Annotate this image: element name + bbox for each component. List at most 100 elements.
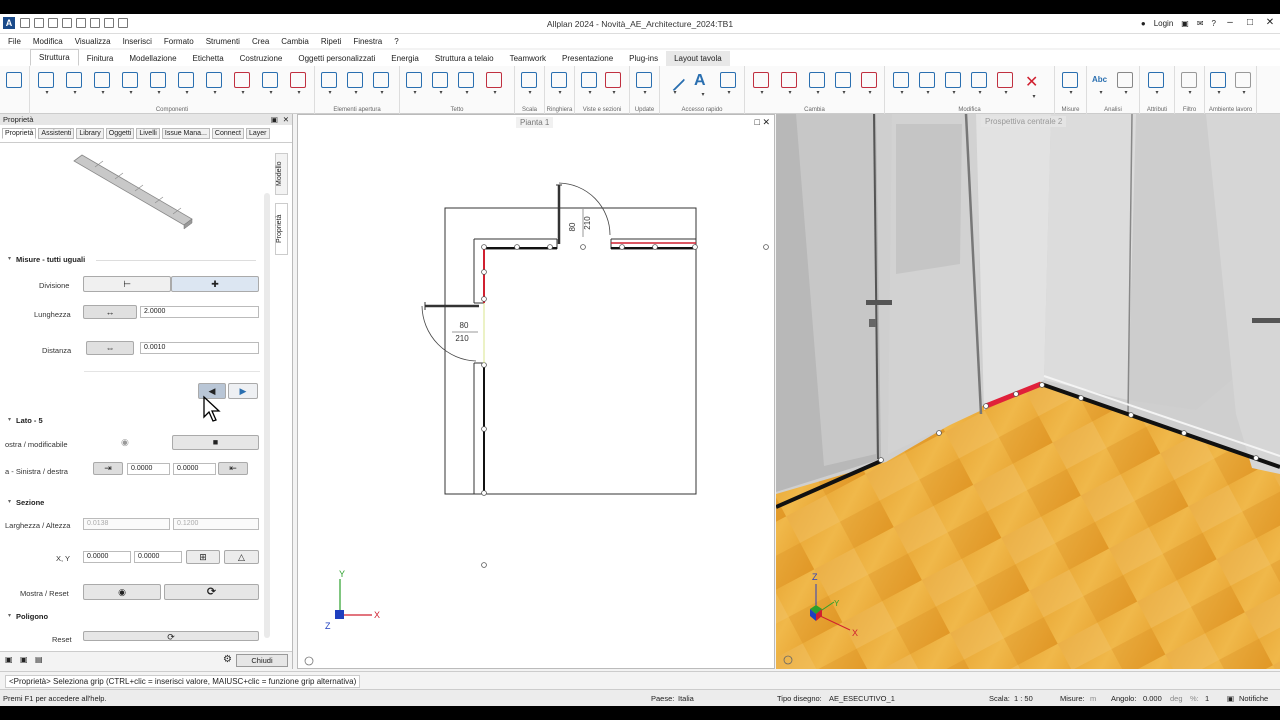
panel-tab-proprieta[interactable]: Proprietà [2,128,37,139]
save-favorite-icon[interactable]: ▣ [20,655,28,664]
menu-finestra[interactable]: Finestra [353,37,382,46]
menu-ripeti[interactable]: Ripeti [321,37,341,46]
minimize-button[interactable]: – [1224,18,1236,28]
pipette-tool[interactable]: ▾ [781,72,799,96]
close-panel-button[interactable]: Chiudi [236,654,288,667]
maximize-button[interactable]: □ [1244,18,1256,28]
move-tool[interactable]: ▾ [919,72,937,96]
perspective-3d-view[interactable]: Z Y X Prospettiva centrale 2 [776,114,1280,669]
left-offset-icon-button[interactable]: ⇥ [93,462,123,475]
grid-tool[interactable]: ▾ [206,72,224,96]
tab-struttura[interactable]: Struttura [30,49,79,66]
tipo-disegno-value[interactable]: AE_ESECUTIVO_1 [829,694,895,703]
reset-section-button[interactable]: ⟳ [164,584,259,600]
divisione-custom-button[interactable]: ✚ [171,276,259,292]
menu-formato[interactable]: Formato [164,37,194,46]
tab-plug-ins[interactable]: Plug-ins [621,51,666,66]
section-sezione-title[interactable]: ▾ Sezione [8,498,44,507]
copy-tool[interactable]: ▾ [893,72,911,96]
measure-tool[interactable]: ▾ [1062,72,1080,96]
tab-struttura-telaio[interactable]: Struttura a telaio [427,51,502,66]
beam-tool[interactable]: ▾ [150,72,168,96]
tab-costruzione[interactable]: Costruzione [232,51,291,66]
user-icon[interactable]: ● [1141,19,1146,28]
distanza-input[interactable]: 0.0010 [140,342,259,354]
close-window-button[interactable]: ✕ [1264,18,1276,28]
larghezza-input[interactable]: 0.0138 [83,518,170,530]
destra-input[interactable]: 0.0000 [173,463,216,475]
line-component-tool[interactable]: ▾ [262,72,280,96]
panel-scrollbar[interactable] [264,193,270,638]
help-icon[interactable]: ? [1212,19,1216,28]
cart-icon[interactable]: ▣ [1181,19,1189,28]
opening-tool[interactable]: ▾ [373,72,391,96]
eraser-tool[interactable]: ▾ [753,72,771,96]
mirror-tool[interactable]: ▾ [971,72,989,96]
altezza-input[interactable]: 0.1200 [173,518,259,530]
panel-tab-livelli[interactable]: Livelli [136,128,160,139]
section-tool[interactable]: ▾ [605,72,623,96]
railing-tool[interactable]: ▾ [551,72,569,96]
panel-close-icon[interactable]: ✕ [283,114,289,125]
panel-tab-oggetti[interactable]: Oggetti [105,128,135,139]
login-link[interactable]: Login [1154,19,1174,28]
workspace-settings-tool[interactable]: ▾ [1235,72,1253,96]
show-section-button[interactable]: ◉ [83,584,161,600]
panel-tab-issue-manager[interactable]: Issue Mana... [161,128,210,139]
match-tool[interactable]: ▾ [861,72,879,96]
panel-tab-connect[interactable]: Connect [211,128,244,139]
delete-tool[interactable]: ✕ ▾ [1025,72,1043,100]
menu-crea[interactable]: Crea [252,37,269,46]
spell-check-tool[interactable]: Abc ▾ [1092,72,1110,96]
delete-opening-tool[interactable]: ▾ [290,72,308,96]
tab-energia[interactable]: Energia [383,51,427,66]
divisione-equal-button[interactable]: ⊢ [83,276,171,292]
foundation-tool[interactable]: ▾ [122,72,140,96]
notifications-icon[interactable]: ▣ [1227,694,1234,703]
right-offset-icon-button[interactable]: ⇤ [218,462,248,475]
report-tool[interactable]: ▾ [1117,72,1135,96]
list-icon[interactable]: ▤ [35,655,43,664]
roof-plane-tool[interactable]: ▾ [432,72,450,96]
view-tool[interactable]: ▾ [581,72,599,96]
stair-tool[interactable]: ▾ [521,72,539,96]
next-side-button[interactable]: ▶ [228,383,258,399]
menu-inserisci[interactable]: Inserisci [123,37,152,46]
misure-value[interactable]: m [1090,694,1096,703]
section-misure-title[interactable]: ▾ Misure - tutti uguali [8,255,85,264]
angolo-value[interactable]: 0.000 [1143,694,1162,703]
panel-tab-layer[interactable]: Layer [245,128,270,139]
scala-value[interactable]: 1 : 50 [1014,694,1033,703]
workspace-tool[interactable]: ▾ [1210,72,1228,96]
align-xy-button[interactable]: ⊞ [186,550,220,564]
door-tool[interactable]: ▾ [321,72,339,96]
lintel-tool[interactable]: ▾ [178,72,196,96]
rotate-tool[interactable]: ▾ [945,72,963,96]
sinistra-input[interactable]: 0.0000 [127,463,170,475]
menu-file[interactable]: File [8,37,21,46]
eye-icon[interactable]: ◉ [121,437,129,448]
section-poligono-title[interactable]: ▾ Poligono [8,612,48,621]
menu-help[interactable]: ? [394,37,398,46]
wall-tool[interactable]: ▾ [38,72,56,96]
y-input[interactable]: 0.0000 [134,551,182,563]
lock-toggle-button[interactable]: ■ [172,435,259,450]
tab-finitura[interactable]: Finitura [79,51,122,66]
pin-icon[interactable]: ▣ [271,114,278,125]
section-lato-title[interactable]: ▾ Lato - 5 [8,416,43,425]
plan-navigation-icon[interactable] [304,656,314,666]
percent-value[interactable]: 1 [1205,694,1209,703]
convert-tool[interactable]: ▾ [809,72,827,96]
menu-strumenti[interactable]: Strumenti [206,37,240,46]
tab-layout-tavola[interactable]: Layout tavola [666,51,730,66]
modify-component-tool[interactable]: ▾ [234,72,252,96]
ribbon-menu-button[interactable] [6,72,24,94]
attributes-tool[interactable]: ▾ [1148,72,1166,96]
notifiche-link[interactable]: Notifiche [1239,694,1268,703]
paese-value[interactable]: Italia [678,694,694,703]
panel-tab-assistenti[interactable]: Assistenti [38,128,75,139]
modify-params-tool[interactable]: ▾ [835,72,853,96]
line-tool[interactable]: ▾ [662,68,686,96]
slab-tool[interactable]: ▾ [66,72,84,96]
dormer-tool[interactable]: ▾ [458,72,476,96]
